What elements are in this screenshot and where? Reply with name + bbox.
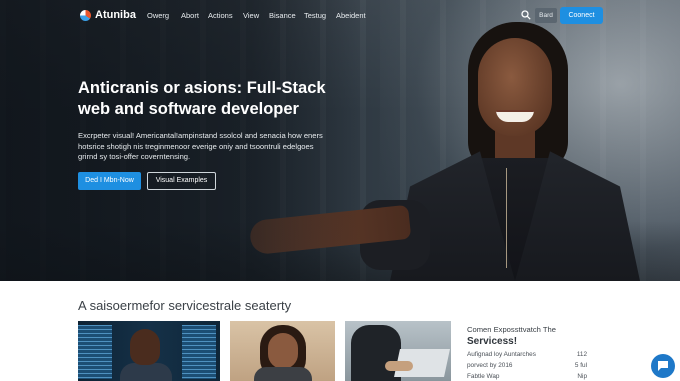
hero-desc-line2: hotsrice shotigh nis treginmenoor everig… <box>78 141 314 151</box>
card-person-body <box>120 363 172 381</box>
hero-title-line2: web and software developer <box>78 100 299 118</box>
nav-link-6[interactable]: Testug <box>304 11 336 20</box>
brand-logo[interactable]: Atuniba <box>80 9 136 21</box>
service-card-laptop[interactable] <box>345 321 451 381</box>
card-button[interactable]: Bard <box>535 8 557 23</box>
search-icon[interactable] <box>521 10 531 20</box>
nav-link-3[interactable]: Actions <box>208 11 243 20</box>
logo-mark-icon <box>80 9 91 21</box>
summary-row-label: Aufignad loy Auntarches <box>467 351 536 358</box>
monitor-right <box>182 325 216 379</box>
nav-link-2[interactable]: Abort <box>181 11 208 20</box>
chat-button[interactable] <box>651 354 675 378</box>
nav-links: Owerg Abort Actions View Bisance Testug … <box>147 11 372 20</box>
nav-link-1[interactable]: Owerg <box>147 11 181 20</box>
hero-title-line1: Anticranis or asions: Full-Stack <box>78 79 326 97</box>
card-person-shirt <box>254 367 312 381</box>
person-necklace <box>506 168 526 268</box>
summary-subtitle: Servicess! <box>467 336 518 347</box>
services-title: A saisoermefor servicestrale seaterty <box>78 298 292 313</box>
card-person-suit <box>351 325 401 381</box>
summary-title: Comen Expossttvatch The Servicess! <box>467 325 587 349</box>
card-person-hand <box>385 361 413 371</box>
nav-link-7[interactable]: Abeident <box>336 11 372 20</box>
chat-bubble-icon <box>658 361 668 371</box>
service-card-portrait[interactable] <box>230 321 335 381</box>
hero-title: Anticranis or asions: Full-Stack web and… <box>78 78 328 120</box>
card-person-head <box>130 329 160 365</box>
summary-row-value: 112 <box>576 351 587 358</box>
summary-row: Fabtle Wap Nip <box>467 372 587 381</box>
service-card-developer[interactable] <box>78 321 220 381</box>
summary-row: porvect by 2016 5 ful <box>467 361 587 371</box>
person-smile <box>496 110 534 122</box>
summary-title-text: Comen Expossttvatch The <box>467 325 556 334</box>
hero-description: Excrpeter visual! Americantal!ampinstand… <box>78 131 328 163</box>
nav-link-5[interactable]: Bisance <box>269 11 304 20</box>
connect-button[interactable]: Coonect <box>560 7 603 24</box>
hero-desc-line1: Excrpeter visual! Americantal!ampinstand… <box>78 131 323 140</box>
services-summary: Comen Expossttvatch The Servicess! Aufig… <box>467 325 587 381</box>
summary-row-value: Nip <box>577 373 587 380</box>
summary-row: Aufignad loy Auntarches 112 <box>467 350 587 360</box>
hero-desc-line3: grirnd sy tosi-offer coverntensing. <box>78 152 191 161</box>
summary-row-value: 5 ful <box>574 362 587 369</box>
brand-name: Atuniba <box>95 9 136 21</box>
top-nav: Atuniba Owerg Abort Actions View Bisance… <box>0 0 680 30</box>
summary-row-label: porvect by 2016 <box>467 362 513 369</box>
card-person-face <box>268 333 298 369</box>
hero-section: Anticranis or asions: Full-Stack web and… <box>0 0 680 281</box>
hero-secondary-button[interactable]: Visual Examples <box>147 172 216 190</box>
nav-link-4[interactable]: View <box>243 11 269 20</box>
hero-primary-button[interactable]: Ded I Mbn-Now <box>78 172 141 190</box>
summary-row-label: Fabtle Wap <box>467 373 500 380</box>
monitor-left <box>78 325 112 379</box>
